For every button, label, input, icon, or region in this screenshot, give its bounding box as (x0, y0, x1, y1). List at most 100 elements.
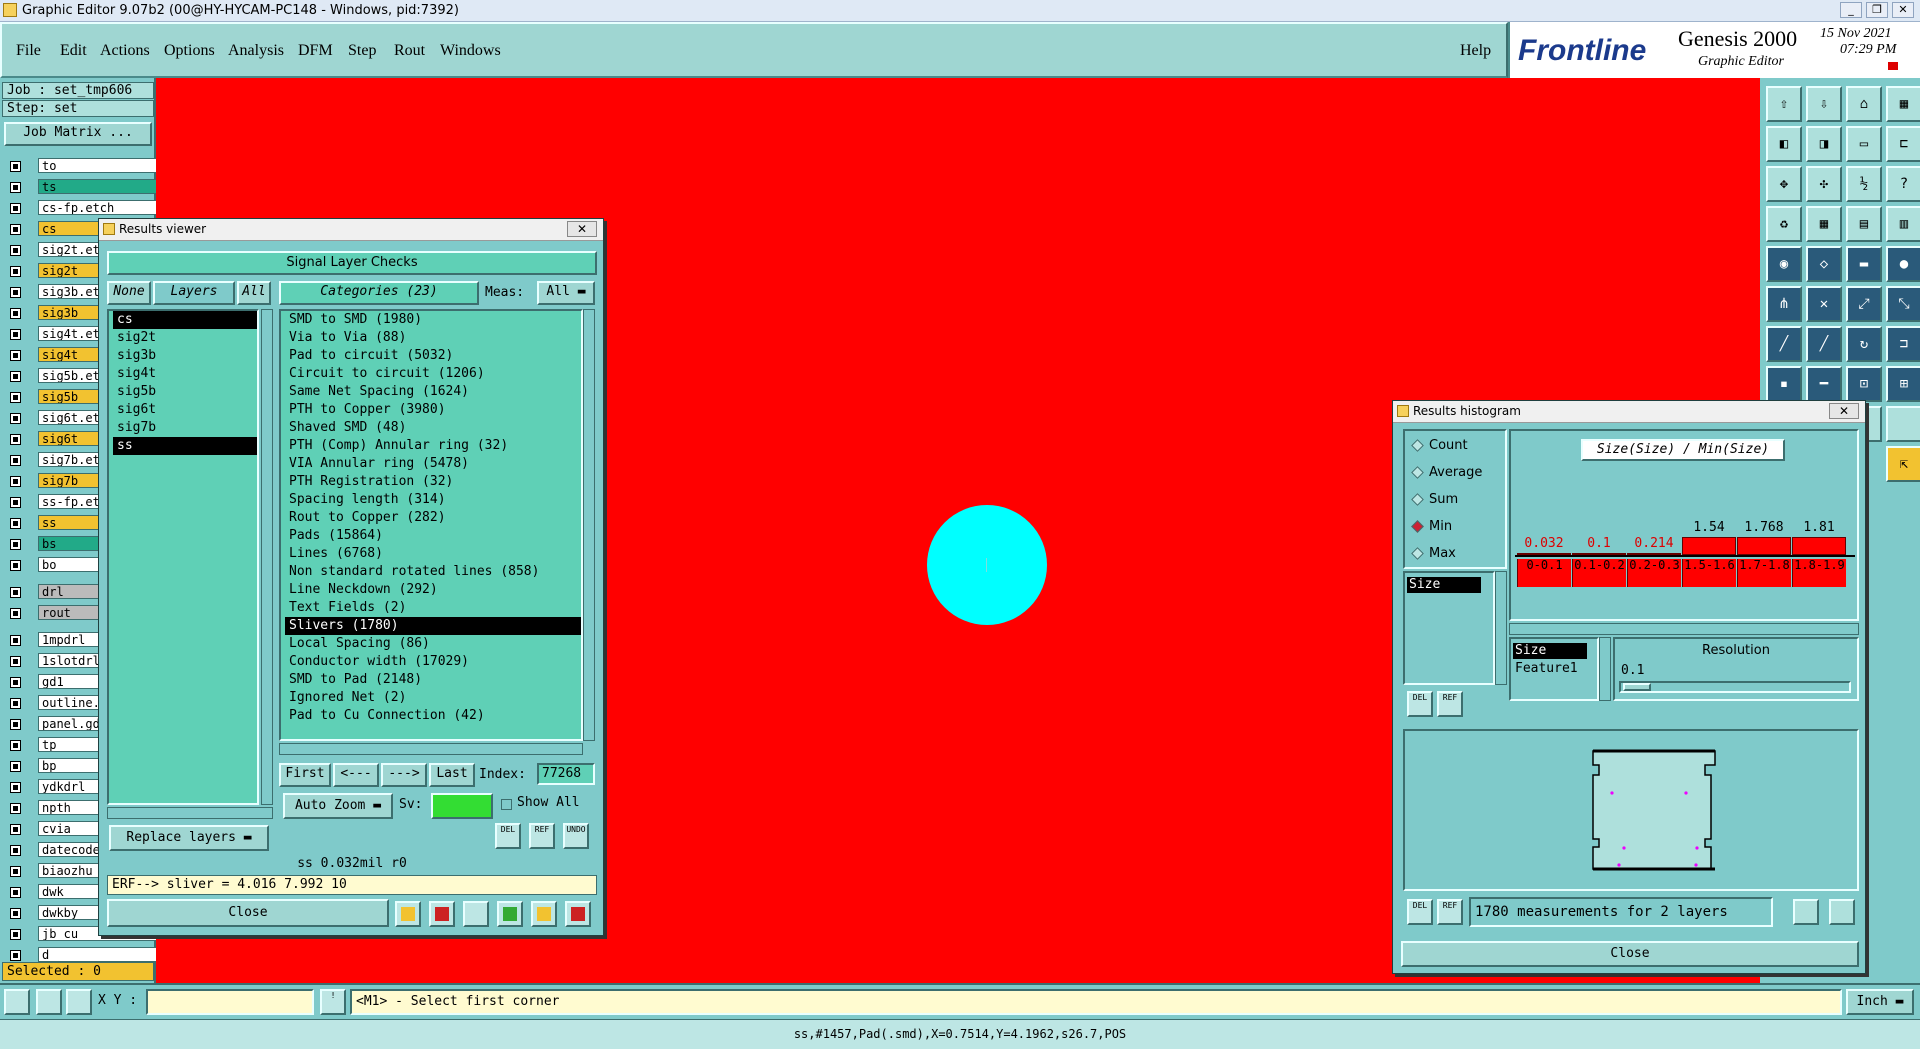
layer-row[interactable]: to (6, 158, 158, 174)
sv-color-select[interactable] (431, 793, 493, 819)
layer-checkbox[interactable] (10, 761, 21, 772)
mode-radio-min[interactable]: Min (1411, 518, 1452, 536)
zoom-fit-icon[interactable]: ✥ (1766, 166, 1802, 202)
layer-checkbox[interactable] (10, 329, 21, 340)
menu-help[interactable]: Help (1460, 42, 1491, 60)
mode-radio-average[interactable]: Average (1411, 464, 1482, 482)
layer-checkbox[interactable] (10, 677, 21, 688)
export-chart-icon[interactable] (1793, 899, 1819, 925)
layer-checkbox[interactable] (10, 350, 21, 361)
result-layer-item[interactable]: sig7b (113, 419, 257, 437)
pan-right-icon[interactable]: ◨ (1806, 126, 1842, 162)
close-icon[interactable]: ✕ (567, 221, 597, 237)
flag-icon[interactable] (497, 901, 523, 927)
menu-rout[interactable]: Rout (394, 42, 425, 60)
xy-input[interactable] (146, 989, 314, 1015)
restore-icon[interactable]: ❐ (1866, 2, 1888, 18)
menu-actions[interactable]: Actions (100, 42, 150, 60)
refresh-icon[interactable]: ♻ (1766, 206, 1802, 242)
menu-windows[interactable]: Windows (440, 42, 501, 60)
category-item[interactable]: Pads (15864) (285, 527, 581, 545)
ref-button[interactable]: REF (529, 823, 555, 849)
copy-icon[interactable]: ⊞ (1886, 366, 1920, 402)
result-layer-item[interactable]: sig2t (113, 329, 257, 347)
result-layer-item[interactable]: sig5b (113, 383, 257, 401)
layer-checkbox[interactable] (10, 782, 21, 793)
home-icon[interactable]: ⌂ (1846, 86, 1882, 122)
category-item[interactable]: Pad to circuit (5032) (285, 347, 581, 365)
layer-checkbox[interactable] (10, 803, 21, 814)
del-button[interactable]: DEL (495, 823, 521, 849)
categories-tab[interactable]: Categories (23) (279, 281, 479, 305)
layer-checkbox[interactable] (10, 587, 21, 598)
index-field[interactable]: 77268 (537, 763, 595, 785)
fit-icon[interactable]: ▭ (1846, 126, 1882, 162)
layer-row[interactable]: cs-fp.etch (6, 200, 158, 216)
meas-select[interactable]: All ▬ (537, 281, 595, 305)
layer-checkbox[interactable] (10, 224, 21, 235)
layer-checkbox[interactable] (10, 908, 21, 919)
layer-checkbox[interactable] (10, 635, 21, 646)
help-icon[interactable]: ? (1886, 166, 1920, 202)
axis-list-scrollbar[interactable] (1599, 637, 1611, 701)
next-button[interactable]: ---> (381, 763, 427, 787)
size-list[interactable]: Size (1403, 571, 1495, 685)
board-preview[interactable] (1403, 729, 1859, 891)
category-item[interactable]: Rout to Copper (282) (285, 509, 581, 527)
rotate-icon[interactable]: ↻ (1846, 326, 1882, 362)
histogram-bar[interactable] (1737, 537, 1791, 555)
layer-checkbox[interactable] (10, 656, 21, 667)
layer-name[interactable]: d (38, 947, 158, 962)
report-icon[interactable] (429, 901, 455, 927)
layer-checkbox[interactable] (10, 287, 21, 298)
minimize-icon[interactable]: _ (1840, 2, 1862, 18)
resolution-slider-thumb[interactable] (1623, 683, 1651, 691)
layer-checkbox[interactable] (10, 497, 21, 508)
job-matrix-button[interactable]: Job Matrix ... (4, 122, 152, 146)
hist-del-button[interactable]: DEL (1407, 691, 1433, 717)
cross-icon[interactable]: ✕ (1806, 286, 1842, 322)
layer-result-list[interactable]: cs sig2t sig3b sig4t sig5b sig6t sig7b ss (107, 309, 259, 805)
notes-icon[interactable] (531, 901, 557, 927)
pan-left-icon[interactable]: ◧ (1766, 126, 1802, 162)
grid-icon[interactable]: ▦ (1806, 206, 1842, 242)
layer-checkbox[interactable] (10, 371, 21, 382)
close-icon[interactable]: ✕ (1829, 403, 1859, 419)
layer-name[interactable]: cs-fp.etch (38, 200, 158, 215)
import-chart-icon[interactable] (1829, 899, 1855, 925)
split-icon[interactable]: ⊏ (1886, 126, 1920, 162)
prev-button[interactable]: <--- (333, 763, 379, 787)
layer-checkbox[interactable] (10, 608, 21, 619)
category-item[interactable]: Shaved SMD (48) (285, 419, 581, 437)
category-item[interactable]: PTH to Copper (3980) (285, 401, 581, 419)
grid-icon[interactable] (66, 989, 92, 1015)
category-item[interactable]: Circuit to circuit (1206) (285, 365, 581, 383)
layer-checkbox[interactable] (10, 476, 21, 487)
pointer-icon[interactable]: ⇱ (1886, 446, 1920, 482)
layer-checkbox[interactable] (10, 203, 21, 214)
layer-checkbox[interactable] (10, 308, 21, 319)
category-hscrollbar[interactable] (279, 743, 583, 755)
show-all-checkbox[interactable] (501, 799, 512, 810)
category-list[interactable]: SMD to SMD (1980) Via to Via (88) Pad to c… (279, 309, 583, 741)
menu-options[interactable]: Options (164, 42, 215, 60)
layer-checkbox[interactable] (10, 245, 21, 256)
window-icon[interactable]: ▦ (1886, 86, 1920, 122)
line-icon[interactable]: ╱ (1766, 326, 1802, 362)
menu-file[interactable]: File (16, 42, 41, 60)
category-item[interactable]: VIA Annular ring (5478) (285, 455, 581, 473)
route-icon[interactable]: ⤢ (1846, 286, 1882, 322)
category-item[interactable]: Pad to Cu Connection (42) (285, 707, 581, 725)
category-item[interactable]: Via to Via (88) (285, 329, 581, 347)
layer-checkbox[interactable] (10, 740, 21, 751)
zoom-home-icon[interactable]: ⇧ (1766, 86, 1802, 122)
layer-checkbox[interactable] (10, 392, 21, 403)
mode-radio-sum[interactable]: Sum (1411, 491, 1458, 509)
undo-button[interactable]: UNDO (563, 823, 589, 849)
category-item[interactable]: Non standard rotated lines (858) (285, 563, 581, 581)
layer-checkbox[interactable] (10, 266, 21, 277)
box-icon[interactable]: ⊡ (1846, 366, 1882, 402)
link-icon[interactable]: ⤡ (1886, 286, 1920, 322)
menu-analysis[interactable]: Analysis (228, 42, 284, 60)
axis-item-feature1[interactable]: Feature1 (1513, 661, 1593, 677)
